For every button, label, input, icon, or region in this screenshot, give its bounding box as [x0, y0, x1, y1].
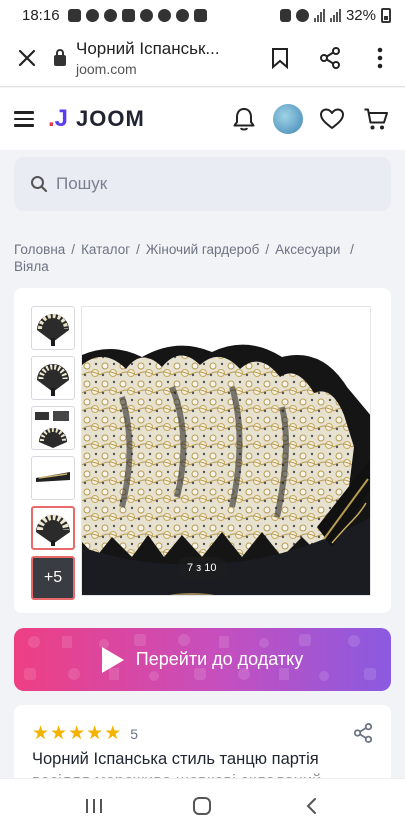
close-icon: [18, 49, 36, 67]
menu-button[interactable]: [14, 111, 34, 127]
gallery-thumbnail[interactable]: [31, 406, 75, 450]
star-icon: ★: [68, 723, 86, 744]
status-time: 18:16: [22, 6, 60, 24]
breadcrumb-home[interactable]: Головна: [14, 242, 65, 257]
battery-icon: [381, 7, 391, 23]
gallery-thumbnail[interactable]: [31, 456, 75, 500]
bookmark-button[interactable]: [255, 30, 305, 87]
home-button[interactable]: [172, 786, 232, 826]
back-button[interactable]: [281, 786, 341, 826]
breadcrumb-womens-wardrobe[interactable]: Жіночий гардероб: [146, 242, 259, 257]
product-rating[interactable]: ★ ★ ★ ★ ★ 5: [32, 724, 138, 743]
more-vertical-icon: [377, 47, 383, 69]
home-icon: [193, 797, 212, 815]
star-icon: ★: [50, 723, 68, 744]
gallery-thumbnail[interactable]: [31, 306, 75, 350]
battery-percent: 32%: [345, 6, 376, 24]
cart-button[interactable]: [361, 104, 391, 134]
notifications-button[interactable]: [229, 104, 259, 134]
system-indicators: 32%: [279, 6, 391, 24]
breadcrumb: Головна / Каталог / Жіночий гардероб / Аксесуа…: [14, 242, 354, 274]
facebook-notification-icon: [139, 8, 153, 22]
location-notification-icon: [175, 8, 189, 22]
favorites-button[interactable]: [317, 104, 347, 134]
cart-icon: [364, 108, 388, 130]
open-app-button[interactable]: Перейти до додатку: [14, 628, 391, 691]
joom-logo[interactable]: .J JOOM: [48, 106, 145, 132]
notification-icons: [67, 8, 207, 22]
youtube-notification-icon: [67, 8, 81, 22]
facebook-notification-icon: [157, 8, 171, 22]
product-gallery: +5 7 з 10: [14, 288, 391, 613]
fan-thumbnail-image: [36, 514, 70, 546]
recent-apps-icon: [86, 799, 103, 813]
back-icon: [306, 798, 316, 814]
breadcrumb-catalog[interactable]: Каталог: [81, 242, 130, 257]
system-status-bar: 18:16 32%: [0, 0, 405, 30]
mute-icon: [279, 8, 291, 22]
main-product-image[interactable]: 7 з 10: [81, 306, 371, 596]
tab-page-title: Чорний Іспанськ...: [76, 39, 220, 58]
recent-apps-button[interactable]: [64, 786, 124, 826]
fan-thumbnail-image: [36, 472, 70, 482]
signal-icon: [329, 8, 341, 22]
joom-logo-mark: .J: [48, 105, 69, 132]
lock-icon: [54, 48, 66, 66]
url-display[interactable]: Чорний Іспанськ... joom.com: [54, 39, 255, 77]
fan-thumbnail-image: [35, 411, 69, 448]
breadcrumb-fans[interactable]: Віяла: [14, 259, 49, 274]
avatar: [273, 104, 303, 134]
star-icon: ★: [32, 723, 50, 744]
more-options-button[interactable]: [355, 30, 405, 87]
open-app-label: Перейти до додатку: [135, 649, 304, 669]
gallery-notification-icon: [193, 8, 207, 22]
search-placeholder: Пошук: [56, 174, 108, 193]
search-icon: [31, 176, 48, 193]
heart-icon: [320, 108, 344, 129]
url-domain: joom.com: [76, 61, 137, 77]
more-images-count: +5: [43, 569, 63, 586]
gallery-thumbnail[interactable]: [31, 356, 75, 400]
more-images-button[interactable]: +5: [31, 556, 75, 600]
system-navigation-bar: [0, 778, 405, 833]
logo-text: JOOM: [76, 106, 145, 131]
lace-fan-image: [82, 307, 370, 595]
close-tab-button[interactable]: [0, 30, 54, 87]
share-icon: [320, 47, 340, 69]
site-header: .J JOOM: [0, 88, 405, 150]
thumbnail-strip: +5: [31, 306, 75, 606]
app-notification-icon: [85, 8, 99, 22]
share-product-button[interactable]: [353, 723, 373, 748]
play-icon: [101, 646, 124, 673]
rating-value: 5: [130, 725, 139, 742]
fan-thumbnail-image: [37, 314, 69, 346]
bookmark-icon: [272, 48, 288, 69]
browser-toolbar: Чорний Іспанськ... joom.com: [0, 30, 405, 87]
signal-icon: [313, 8, 325, 22]
share-button[interactable]: [305, 30, 355, 87]
share-icon: [353, 723, 373, 743]
star-icon: ★: [104, 723, 122, 744]
linkedin-notification-icon: [121, 8, 135, 22]
fan-thumbnail-image: [37, 364, 69, 396]
wifi-icon: [295, 8, 309, 22]
globe-notification-icon: [103, 8, 117, 22]
image-counter: 7 з 10: [177, 557, 227, 579]
bell-icon: [233, 108, 255, 131]
gallery-thumbnail-selected[interactable]: [31, 506, 75, 550]
profile-button[interactable]: [273, 104, 303, 134]
search-input[interactable]: Пошук: [14, 157, 391, 211]
star-icon: ★: [86, 723, 104, 744]
breadcrumb-accessories[interactable]: Аксесуари: [275, 242, 340, 257]
